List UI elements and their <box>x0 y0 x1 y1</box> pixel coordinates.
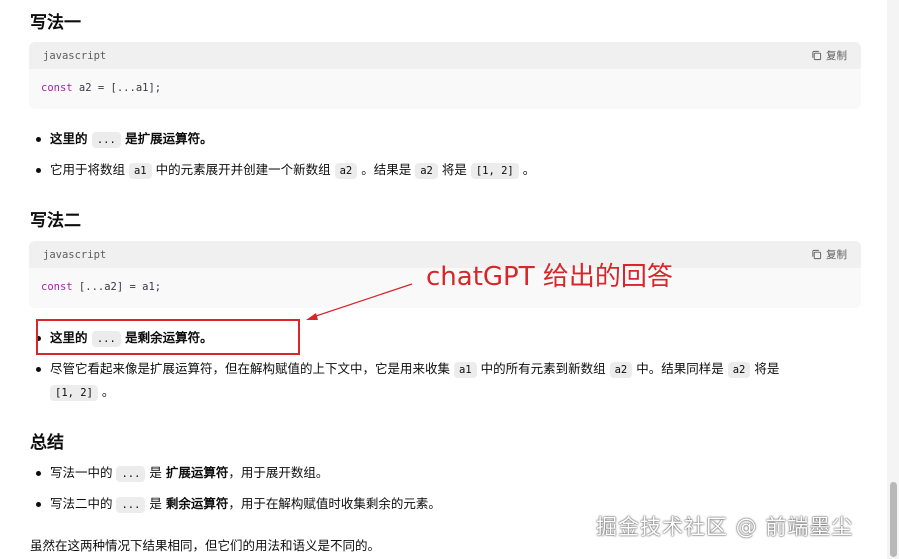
bullet-bold-text: 扩展运算符 <box>165 465 229 480</box>
inline-code: a2 <box>727 362 751 378</box>
annotation-arrow <box>306 283 413 320</box>
list-item: 写法一中的 ... 是 扩展运算符，用于展开数组。 <box>34 462 864 485</box>
inline-code: ... <box>116 466 146 482</box>
code-block-1: javascript 复制 const a2 = [...a1]; <box>29 42 861 109</box>
copy-label: 复制 <box>826 249 847 261</box>
scrollbar[interactable] <box>887 0 899 559</box>
list-item: 这里的 ... 是扩展运算符。 <box>34 128 864 151</box>
bullet-text: 它用于将数组 <box>50 162 129 177</box>
inline-code: [1, 2] <box>470 163 519 179</box>
inline-code: a1 <box>453 362 477 378</box>
code-content: const a2 = [...a1]; <box>29 69 861 107</box>
bullet-text: 写法二中的 <box>50 496 117 511</box>
bullet-text: 。结果是 <box>357 162 416 177</box>
bullet-text: 。 <box>97 384 115 399</box>
copy-icon <box>812 249 822 260</box>
copy-button[interactable]: 复制 <box>811 48 847 63</box>
code-text: [...a2] = a1; <box>72 281 162 293</box>
bullet-text: 是 <box>145 465 166 480</box>
bullet-text: 尽管它看起来像是扩展运算符，但在解构赋值的上下文中，它是用来收集 <box>50 361 454 376</box>
copy-button[interactable]: 复制 <box>811 247 847 262</box>
bullet-text: 将是 <box>437 162 471 177</box>
bullet-text: 将是 <box>750 361 780 376</box>
highlight-box <box>36 319 300 355</box>
annotation-label: chatGPT 给出的回答 <box>426 262 673 292</box>
bullet-text: 写法一中的 <box>50 465 117 480</box>
section-title-summary: 总结 <box>30 433 64 453</box>
section1-list: 这里的 ... 是扩展运算符。 它用于将数组 a1 中的元素展开并创建一个新数组… <box>34 128 864 182</box>
bullet-text: 中的元素展开并创建一个新数组 <box>151 162 335 177</box>
bullet-text: 。 <box>518 162 536 177</box>
bullet-text: 中。结果同样是 <box>632 361 728 376</box>
scrollbar-thumb[interactable] <box>890 482 897 557</box>
bullet-text: 中的所有元素到新数组 <box>476 361 610 376</box>
inline-code: a1 <box>128 163 152 179</box>
bullet-text: 这里的 <box>50 131 92 146</box>
copy-label: 复制 <box>826 50 847 62</box>
summary-list: 写法一中的 ... 是 扩展运算符，用于展开数组。 写法二中的 ... 是 剩余… <box>34 462 864 516</box>
inline-code: ... <box>116 497 146 513</box>
code-keyword: const <box>41 82 73 94</box>
bullet-text: 是扩展运算符。 <box>120 131 213 146</box>
code-language: javascript <box>43 248 107 261</box>
bullet-bold-text: 剩余运算符 <box>165 496 229 511</box>
inline-code: ... <box>91 132 121 148</box>
copy-icon <box>812 50 822 61</box>
code-keyword: const <box>41 281 73 293</box>
inline-code: [1, 2] <box>50 385 98 401</box>
list-item: 它用于将数组 a1 中的元素展开并创建一个新数组 a2 。结果是 a2 将是 [… <box>34 159 864 182</box>
code-header: javascript 复制 <box>29 42 861 69</box>
bullet-text: ，用于展开数组。 <box>228 465 329 480</box>
section-title-2: 写法二 <box>30 211 81 231</box>
watermark-text: 掘金技术社区 @ 前端墨尘 <box>596 515 854 539</box>
code-text: a2 = [...a1]; <box>72 82 162 94</box>
closing-paragraph: 虽然在这两种情况下结果相同，但它们的用法和语义是不同的。 <box>30 538 381 553</box>
section-title-1: 写法一 <box>30 13 81 33</box>
inline-code: a2 <box>609 362 633 378</box>
list-item: 尽管它看起来像是扩展运算符，但在解构赋值的上下文中，它是用来收集 a1 中的所有… <box>34 358 860 404</box>
bullet-text: 是 <box>145 496 166 511</box>
inline-code: a2 <box>415 163 438 179</box>
inline-code: a2 <box>334 163 358 179</box>
code-language: javascript <box>43 49 107 62</box>
bullet-text: ，用于在解构赋值时收集剩余的元素。 <box>228 496 441 511</box>
